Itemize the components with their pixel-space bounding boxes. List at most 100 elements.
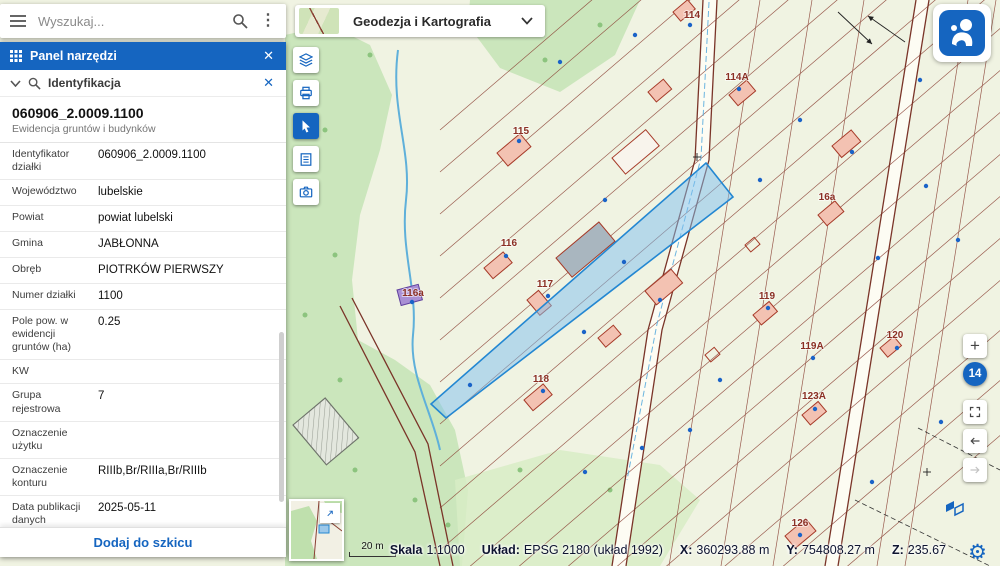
zoom-level-badge: 14 xyxy=(963,362,987,386)
settings-button[interactable]: ⚙ xyxy=(962,541,993,564)
more-options-button[interactable]: ⋮ xyxy=(258,11,278,31)
parcel-id-title: 060906_2.0009.1100 xyxy=(12,105,144,121)
y-coordinate-readout: Y: 754808.27 m xyxy=(786,543,875,557)
arrow-left-icon xyxy=(970,437,980,445)
section-close-button[interactable]: ✕ xyxy=(261,73,276,93)
scale-readout: Skala 1:1000 xyxy=(389,543,465,557)
parcel-label: 119A xyxy=(800,341,823,352)
overview-expand-button[interactable] xyxy=(320,503,340,523)
attribute-row: Obręb PIOTRKÓW PIERWSZY xyxy=(0,258,286,284)
logo xyxy=(933,4,991,62)
basemap-switcher-icon xyxy=(946,501,964,517)
attribute-label: Obręb xyxy=(12,263,42,276)
print-button[interactable] xyxy=(293,80,319,106)
search-bar: ⋮ xyxy=(0,4,286,38)
search-button[interactable] xyxy=(230,11,250,31)
zoom-in-button[interactable]: + xyxy=(963,334,987,358)
tools-panel: Panel narzędzi ✕ Identyfikacja ✕ 060906_… xyxy=(0,42,286,557)
attribute-label: Oznaczenie konturu xyxy=(12,463,68,490)
app-selector-label: Geodezja i Kartografia xyxy=(353,13,491,29)
attribute-value: PIOTRKÓW PIERWSZY xyxy=(98,264,224,277)
fullscreen-button[interactable] xyxy=(963,400,987,424)
identify-tool-button[interactable] xyxy=(293,113,319,139)
parcel-label: 116a xyxy=(402,288,424,299)
parcel-label: 114 xyxy=(684,10,701,21)
attribute-row: Powiat powiat lubelski xyxy=(0,206,286,233)
attribute-label: Powiat xyxy=(12,211,44,224)
chevron-down-icon[interactable] xyxy=(10,79,21,87)
parcel-label: 115 xyxy=(513,126,530,137)
map-thumbnail xyxy=(299,8,339,34)
layers-button[interactable] xyxy=(293,47,319,73)
panel-close-button[interactable]: ✕ xyxy=(261,46,276,66)
screenshot-button[interactable] xyxy=(293,179,319,205)
apps-grid-icon xyxy=(10,50,22,62)
menu-button[interactable] xyxy=(8,13,28,29)
search-input[interactable] xyxy=(36,12,222,30)
panel-header: Panel narzędzi ✕ xyxy=(0,42,286,70)
parcel-label: 116 xyxy=(501,238,518,249)
attribute-value: 7 xyxy=(98,390,105,403)
attribute-label: Identyfikator działki xyxy=(12,148,70,174)
print-icon xyxy=(300,86,312,100)
parcel-label: 120 xyxy=(887,330,904,341)
attribute-label: Pole pow. w ewidencji gruntów (ha) xyxy=(12,314,71,354)
geoportal-logo-icon xyxy=(939,10,985,56)
parcel-label: 16a xyxy=(819,192,836,203)
next-view-button[interactable] xyxy=(963,458,987,482)
basemap-switcher-button[interactable] xyxy=(944,497,966,522)
chevron-down-icon xyxy=(521,17,533,25)
parcel-label: 123A xyxy=(802,391,826,402)
attribute-label: Numer działki xyxy=(12,289,76,301)
panel-scrollbar[interactable] xyxy=(279,332,284,502)
identification-results: 060906_2.0009.1100 Ewidencja gruntów i b… xyxy=(0,97,286,553)
parcel-label: 126 xyxy=(792,518,809,529)
gear-icon: ⚙ xyxy=(968,541,987,564)
identification-section-bar: Identyfikacja ✕ xyxy=(0,70,286,97)
add-to-sketch-button[interactable]: Dodaj do szkicu xyxy=(88,534,199,551)
attribute-label: Grupa rejestrowa xyxy=(12,389,61,415)
attribute-value: 1100 xyxy=(98,290,123,302)
panel-footer: Dodaj do szkicu xyxy=(0,527,286,557)
section-title: Identyfikacja xyxy=(48,76,121,90)
crs-readout: Układ: EPSG 2180 (układ 1992) xyxy=(481,543,663,557)
x-coordinate-readout: X: 360293.88 m xyxy=(679,543,770,557)
hamburger-icon xyxy=(10,15,26,27)
legend-icon xyxy=(300,152,312,166)
layers-icon xyxy=(299,53,313,67)
parcel-label: 114A xyxy=(725,72,748,83)
attribute-value: 0.25 xyxy=(98,315,121,328)
attribute-row: Identyfikator działki 060906_2.0009.1100 xyxy=(0,143,286,181)
map-toolbar xyxy=(293,47,319,205)
identify-icon xyxy=(28,77,41,90)
expand-arrow-icon xyxy=(327,510,333,516)
attribute-row: Grupa rejestrowa 7 xyxy=(0,384,286,422)
z-coordinate-readout: Z: 235.67 xyxy=(891,543,946,557)
attribute-label: Data publikacji danych xyxy=(12,501,81,527)
camera-icon xyxy=(299,186,313,198)
app-selector[interactable]: Geodezja i Kartografia xyxy=(295,5,545,37)
attribute-row: Oznaczenie użytku xyxy=(0,422,286,459)
map-application: 114 114A 115 116 116a 117 118 119 119A 120 123A 126… xyxy=(0,0,1000,566)
previous-view-button[interactable] xyxy=(963,429,987,453)
attribute-value: RIIIb,Br/RIIIa,Br/RIIIb xyxy=(98,464,207,477)
parcel-subtitle: Ewidencja gruntów i budynków xyxy=(0,121,286,143)
legend-button[interactable] xyxy=(293,146,319,172)
attribute-value: powiat lubelski xyxy=(98,212,173,225)
attribute-value: 060906_2.0009.1100 xyxy=(98,149,206,161)
parcel-label: 119 xyxy=(759,291,776,302)
attribute-row: Województwo lubelskie xyxy=(0,180,286,207)
attribute-row: Oznaczenie konturu RIIIb,Br/RIIIa,Br/RIII… xyxy=(0,459,286,497)
attribute-value: 2025-05-11 xyxy=(98,502,156,515)
attribute-row: Numer działki 1100 xyxy=(0,284,286,310)
attribute-row: KW xyxy=(0,360,286,385)
overview-map[interactable] xyxy=(289,499,344,561)
statusbar: Skala 1:1000 Układ: EPSG 2180 (układ 1992)… xyxy=(390,543,946,557)
panel-title: Panel narzędzi xyxy=(30,49,117,63)
attribute-label: Oznaczenie użytku xyxy=(12,426,68,452)
attribute-value: lubelskie xyxy=(98,186,143,199)
arrow-right-icon xyxy=(970,466,980,474)
view-navigation xyxy=(963,400,987,482)
pointer-icon xyxy=(302,119,310,132)
attribute-label: KW xyxy=(12,365,29,378)
